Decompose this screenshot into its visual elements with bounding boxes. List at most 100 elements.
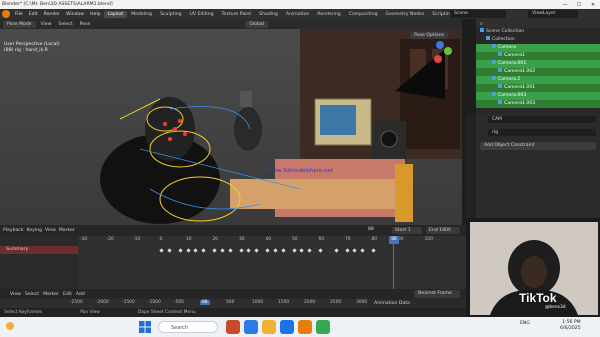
keyframe[interactable] <box>185 248 191 253</box>
menu-marker[interactable]: Marker <box>43 292 59 297</box>
tab-modeling[interactable]: Modeling <box>127 11 156 18</box>
rig-point[interactable] <box>183 132 187 136</box>
menu-playback[interactable]: Playback <box>3 228 24 233</box>
filter-icon[interactable]: ⌕ <box>480 21 483 27</box>
scene-selector[interactable]: Scene <box>450 10 506 18</box>
dopesheet-ruler[interactable]: -30 -20 -10 0 10 20 30 40 50 60 70 80 90 100 <box>80 236 466 244</box>
keyframe[interactable] <box>318 248 323 253</box>
3d-viewport[interactable]: User Perspective (Local) (88) rig : hand… <box>0 29 462 225</box>
keyframe[interactable] <box>201 248 207 253</box>
keyframe[interactable] <box>344 248 350 253</box>
menu-help[interactable]: Help <box>87 12 103 17</box>
tray-language[interactable]: ENG <box>520 321 530 326</box>
keyframe[interactable] <box>307 248 313 253</box>
properties-tabs[interactable] <box>466 114 476 218</box>
tab-animation[interactable]: Animation <box>282 11 313 18</box>
keyframe[interactable] <box>220 248 225 253</box>
viewport-menu-pose[interactable]: Pose <box>78 22 93 27</box>
outliner-item[interactable]: Camera1.001 <box>476 84 600 92</box>
keyframe[interactable] <box>177 248 183 253</box>
keyframe[interactable] <box>193 248 199 253</box>
menu-file[interactable]: File <box>12 12 26 17</box>
weather-icon[interactable] <box>4 320 16 332</box>
view-layer-selector[interactable]: ViewLayer <box>528 10 578 18</box>
add-object-constraint-button[interactable]: Add Object Constraint <box>480 142 596 150</box>
mode-dropdown[interactable]: Pose Mode <box>3 20 36 28</box>
blender-logo-icon[interactable] <box>2 10 10 18</box>
rig-point[interactable] <box>168 137 172 141</box>
maximize-button[interactable]: ☐ <box>572 2 586 8</box>
keyframe[interactable] <box>371 248 376 253</box>
tab-sculpting[interactable]: Sculpting <box>156 11 185 18</box>
keyframe[interactable] <box>360 248 366 253</box>
transform-orientation-dropdown[interactable]: Global <box>245 20 268 28</box>
current-frame-indicator[interactable]: 88 <box>389 236 399 244</box>
tab-uv-editing[interactable]: UV Editing <box>186 11 218 18</box>
keyframe[interactable] <box>273 248 278 253</box>
menu-keying[interactable]: Keying <box>27 228 42 233</box>
keyframe[interactable] <box>246 248 252 253</box>
app-icon[interactable] <box>244 320 258 334</box>
viewport-menu-view[interactable]: View <box>39 22 54 27</box>
tab-rendering[interactable]: Rendering <box>313 11 344 18</box>
tab-texture-paint[interactable]: Texture Paint <box>218 11 256 18</box>
keyframe[interactable] <box>299 248 305 253</box>
pose-options-button[interactable]: Pose Options <box>410 32 448 39</box>
windows-start-icon[interactable] <box>139 321 151 333</box>
rig-point[interactable] <box>178 119 182 123</box>
tab-compositing[interactable]: Compositing <box>345 11 382 18</box>
keyframe[interactable] <box>167 248 172 253</box>
outliner-item[interactable]: Camera1 <box>476 52 600 60</box>
current-frame-field[interactable]: 88 <box>368 227 374 232</box>
gizmo-x-icon[interactable] <box>434 55 442 63</box>
outliner-item[interactable]: Scene Collection <box>476 28 600 36</box>
menu-edit[interactable]: Edit <box>26 12 41 17</box>
gizmo-y-icon[interactable] <box>444 47 452 55</box>
minimize-button[interactable]: — <box>558 2 572 8</box>
outliner-item[interactable]: Camera1.002 <box>476 68 600 76</box>
gizmo-z-icon[interactable] <box>436 41 444 49</box>
end-frame-field[interactable]: End 1800 <box>426 227 460 234</box>
keyframe[interactable] <box>238 248 244 253</box>
keyframe[interactable] <box>228 248 233 253</box>
summary-channel[interactable]: Summary <box>0 246 78 254</box>
keyframe[interactable] <box>159 248 164 253</box>
keyframe[interactable] <box>352 248 358 253</box>
snap-dropdown[interactable]: Nearest Frame <box>414 290 460 298</box>
tab-layout[interactable]: Layout <box>103 10 128 18</box>
menu-marker[interactable]: Marker <box>59 228 75 233</box>
menu-render[interactable]: Render <box>41 12 63 17</box>
keyframe[interactable] <box>254 248 260 253</box>
taskbar-search[interactable]: Search <box>158 321 218 333</box>
tab-geometry-nodes[interactable]: Geometry Nodes <box>382 11 429 18</box>
taskbar-clock[interactable]: 1:56 PM 6/6/2025 <box>560 320 581 332</box>
active-object-field[interactable]: rig <box>488 129 596 136</box>
menu-add[interactable]: Add <box>76 292 85 297</box>
dopesheet[interactable]: Summary -30 -20 -10 0 10 20 30 40 50 60 70 80 90 100 … <box>0 236 466 289</box>
keyframe[interactable] <box>265 248 270 253</box>
keyframe-row[interactable] <box>159 248 390 254</box>
outliner-item[interactable]: Camera.001 <box>476 60 600 68</box>
menu-view[interactable]: View <box>10 292 21 297</box>
app-icon[interactable] <box>316 320 330 334</box>
keyframe[interactable] <box>281 248 286 253</box>
folder-icon[interactable] <box>262 320 276 334</box>
menu-edit[interactable]: Edit <box>63 292 72 297</box>
keyframe[interactable] <box>334 248 339 253</box>
menu-window[interactable]: Window <box>63 12 87 17</box>
app-icon[interactable] <box>226 320 240 334</box>
keyframe[interactable] <box>212 248 217 253</box>
close-button[interactable]: ✕ <box>586 2 600 8</box>
outliner-item[interactable]: Collection <box>476 36 600 44</box>
outliner-item[interactable]: Camera.003 <box>476 92 600 100</box>
tab-shading[interactable]: Shading <box>255 11 282 18</box>
viewport-menu-select[interactable]: Select <box>57 22 75 27</box>
rig-point[interactable] <box>173 127 177 131</box>
start-frame-field[interactable]: Start 1 <box>392 227 422 234</box>
outliner-item[interactable]: Camera.2 <box>476 76 600 84</box>
keyframe[interactable] <box>291 248 297 253</box>
outliner-item[interactable]: Camera1.003 <box>476 100 600 108</box>
rig-point[interactable] <box>163 122 167 126</box>
menu-select[interactable]: Select <box>25 292 39 297</box>
edge-icon[interactable] <box>280 320 294 334</box>
